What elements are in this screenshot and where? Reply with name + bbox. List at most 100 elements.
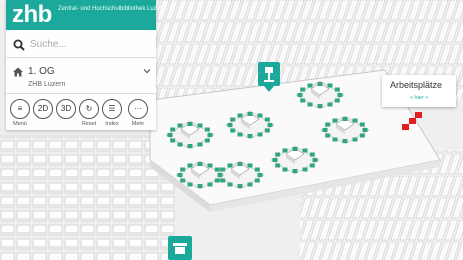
desk	[257, 173, 263, 177]
desk	[264, 117, 270, 122]
brand-subtitle: Zentral- und Hochschulbibliothek Luzern	[58, 6, 166, 12]
desk	[197, 142, 203, 147]
desk	[207, 182, 213, 187]
desk	[254, 167, 260, 172]
view-3d-button[interactable]: 3D	[56, 99, 76, 119]
desk	[204, 127, 210, 132]
desk	[247, 182, 253, 187]
desk	[309, 163, 315, 168]
desk	[187, 122, 193, 126]
desk	[325, 122, 331, 127]
desk	[264, 128, 270, 133]
desk	[267, 123, 273, 127]
desk	[327, 83, 333, 88]
desk	[187, 144, 193, 148]
desk	[325, 133, 331, 138]
search-bar	[6, 32, 156, 58]
view-2d-icon: 2D	[37, 104, 49, 113]
desk	[227, 163, 233, 168]
desk	[257, 113, 263, 118]
popup-title: Arbeitsplätze	[390, 80, 443, 90]
desk	[170, 127, 176, 132]
desk	[275, 163, 281, 168]
desk	[317, 82, 323, 86]
desk	[237, 184, 243, 188]
desk	[180, 178, 186, 183]
desk	[177, 142, 183, 147]
desk	[230, 117, 236, 122]
desk	[180, 167, 186, 172]
desk	[237, 113, 243, 118]
desk	[337, 93, 343, 97]
popup-link[interactable]: « hier »	[382, 95, 456, 101]
menu-label: Menü	[13, 121, 27, 127]
building-label: ZHB Luzern	[28, 81, 66, 88]
desk	[322, 128, 328, 132]
chevron-down-icon[interactable]	[143, 67, 151, 75]
home-icon	[13, 67, 23, 77]
desk	[247, 112, 253, 116]
desk	[300, 87, 306, 92]
location-marker[interactable]	[168, 236, 192, 260]
search-icon[interactable]	[13, 39, 25, 51]
desk	[177, 173, 183, 177]
desk	[362, 128, 368, 132]
desk	[307, 83, 313, 88]
desk	[227, 182, 233, 187]
desk	[292, 147, 298, 151]
desk	[309, 152, 315, 157]
desk	[257, 132, 263, 137]
floor-selector[interactable]: 1. OG ZHB Luzern	[6, 59, 156, 94]
info-popup[interactable]: Arbeitsplätze « hier »	[382, 75, 456, 107]
desk	[247, 134, 253, 138]
desk	[167, 133, 173, 137]
desk	[352, 118, 358, 123]
desk	[197, 162, 203, 166]
desk	[300, 98, 306, 103]
desk	[312, 158, 318, 162]
desk	[359, 122, 365, 127]
reset-icon: ↻	[85, 104, 93, 113]
desk	[334, 87, 340, 92]
desk	[220, 178, 226, 183]
view-3d-icon: 3D	[60, 104, 72, 113]
index-icon: ☰	[108, 104, 116, 113]
search-input[interactable]	[30, 35, 148, 53]
desk	[342, 117, 348, 121]
index-label: Index	[105, 121, 119, 127]
desk	[217, 173, 223, 177]
desk	[247, 163, 253, 168]
desk	[237, 132, 243, 137]
desk	[237, 162, 243, 166]
menu-button[interactable]: ≡	[10, 99, 30, 119]
desk	[282, 167, 288, 172]
menu-icon: ≡	[17, 104, 23, 113]
desk	[282, 148, 288, 153]
reset-button[interactable]: ↻	[79, 99, 99, 119]
floor-label: 1. OG	[28, 66, 55, 77]
desk	[359, 133, 365, 138]
desk	[207, 163, 213, 168]
desk	[187, 182, 193, 187]
desk	[275, 152, 281, 157]
desk	[297, 93, 303, 97]
desk	[342, 139, 348, 143]
header-bar: zhb Zentral- und Hochschulbibliothek Luz…	[6, 0, 165, 30]
desk	[207, 133, 213, 137]
desk	[332, 118, 338, 123]
view-2d-button[interactable]: 2D	[33, 99, 53, 119]
desk	[352, 137, 358, 142]
desk	[334, 98, 340, 103]
desk	[177, 123, 183, 128]
more-button[interactable]: ···	[128, 99, 148, 119]
desk	[230, 128, 236, 133]
desk	[332, 137, 338, 142]
desk	[302, 148, 308, 153]
desk	[214, 167, 220, 172]
desk	[214, 178, 220, 183]
index-button[interactable]: ☰	[102, 99, 122, 119]
zhb-logo[interactable]: zhb	[12, 1, 52, 29]
desk	[197, 184, 203, 188]
desk	[302, 167, 308, 172]
more-icon: ···	[134, 104, 142, 113]
